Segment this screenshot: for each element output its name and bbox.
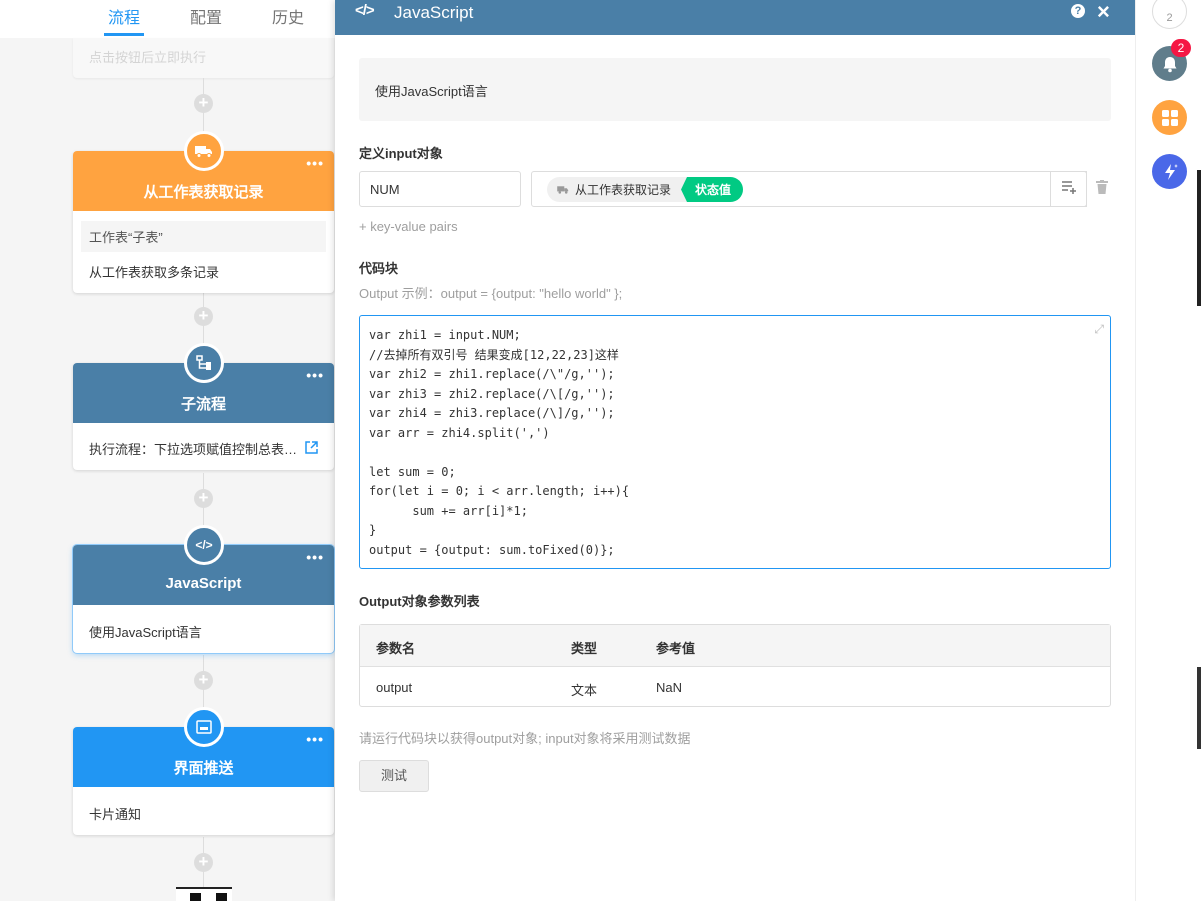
cell-ref: NaN	[656, 680, 683, 695]
node-body: 卡片通知	[73, 787, 334, 835]
header-name: 参数名	[376, 641, 416, 656]
header-type: 类型	[571, 641, 598, 656]
add-node-button[interactable]: +	[194, 671, 213, 690]
code-line: sum += arr[i]*1;	[369, 503, 528, 518]
output-table: 参数名 类型 参考值 output 文本 NaN	[359, 624, 1111, 707]
node-description: 卡片通知	[89, 807, 142, 822]
chip-field: 状态值	[681, 177, 744, 202]
truck-icon	[184, 131, 224, 171]
tab-config[interactable]: 配置	[190, 4, 222, 28]
top-bell-count[interactable]: 2	[1152, 0, 1187, 29]
node-more-icon[interactable]: •••	[306, 731, 324, 747]
header-ref: 参考值	[656, 641, 696, 656]
tab-flow[interactable]: 流程	[103, 4, 145, 36]
list-add-icon	[1061, 181, 1076, 194]
code-line: let sum = 0;	[369, 464, 456, 479]
code-section-label: 代码块	[359, 261, 399, 276]
add-node-button[interactable]: +	[194, 94, 213, 113]
code-line: var zhi3 = zhi2.replace(/\[/g,'');	[369, 386, 615, 401]
node-more-icon[interactable]: •••	[306, 155, 324, 171]
input-section-label: 定义input对象	[359, 146, 443, 161]
node-subtitle: 工作表“子表”	[81, 221, 326, 252]
code-line: output = {output: sum.toFixed(0)};	[369, 542, 615, 557]
expand-icon[interactable]: ⤢	[1094, 320, 1104, 340]
node-more-icon[interactable]: •••	[306, 367, 324, 383]
node-config-panel: </> JavaScript ? × 使用JavaScript语言 定义inpu…	[335, 0, 1135, 901]
subprocess-icon	[184, 343, 224, 383]
table-header: 参数名 类型 参考值	[360, 625, 1110, 667]
test-button[interactable]: 测试	[359, 760, 429, 792]
card-icon	[184, 707, 224, 747]
trash-icon[interactable]	[1096, 180, 1108, 194]
notification-badge: 2	[1171, 39, 1191, 57]
code-editor[interactable]: ⤢ var zhi1 = input.NUM; //去掉所有双引号 结果变成[1…	[359, 315, 1111, 569]
truck-icon	[557, 186, 569, 194]
tab-history[interactable]: 历史	[272, 4, 304, 28]
code-line: for(let i = 0; i < arr.length; i++){	[369, 484, 630, 498]
field-chip[interactable]: 从工作表获取记录 状态值	[547, 177, 744, 202]
node-description: 从工作表获取多条记录	[89, 265, 220, 280]
node-title: 界面推送	[173, 760, 234, 777]
input-key-field[interactable]: NUM	[359, 171, 521, 207]
edge-strip	[1197, 170, 1201, 306]
field-list-button[interactable]	[1050, 171, 1087, 207]
trigger-node-text[interactable]: 点击按钮后立即执行	[73, 38, 334, 78]
node-get-records[interactable]: 从工作表获取记录 ••• 工作表“子表” 从工作表获取多条记录	[73, 151, 334, 293]
open-link-icon[interactable]	[305, 441, 318, 454]
node-more-icon[interactable]: •••	[306, 549, 324, 565]
top-count: 2	[1166, 12, 1173, 24]
node-description: 使用JavaScript语言	[89, 625, 202, 640]
add-node-button[interactable]: +	[194, 489, 213, 508]
add-key-value-link[interactable]: + key-value pairs	[359, 219, 458, 234]
code-line: //去掉所有双引号 结果变成[12,22,23]这样	[369, 347, 619, 362]
apps-grid-icon[interactable]	[1152, 100, 1187, 135]
node-body: 执行流程：下拉选项赋值控制总表子表信息	[73, 423, 334, 470]
chip-source: 从工作表获取记录	[575, 183, 672, 197]
node-title: 从工作表获取记录	[143, 184, 264, 201]
add-node-button[interactable]: +	[194, 853, 213, 872]
node-description: 执行流程：下拉选项赋值控制总表子表信息	[89, 442, 299, 457]
code-line: }	[369, 523, 377, 537]
code-icon: </>	[184, 525, 224, 565]
close-icon[interactable]: ×	[1097, 0, 1110, 25]
code-icon: </>	[355, 2, 375, 19]
end-node-partial	[176, 887, 232, 901]
ai-assistant-icon[interactable]	[1152, 154, 1187, 189]
code-line: var zhi4 = zhi3.replace(/\]/g,'');	[369, 406, 615, 420]
node-body: 使用JavaScript语言	[73, 605, 334, 653]
cell-type: 文本	[571, 683, 598, 698]
edge-strip	[1197, 667, 1201, 749]
cell-name: output	[376, 680, 413, 695]
input-value-selector[interactable]: 从工作表获取记录 状态值	[531, 171, 1087, 207]
code-line: var zhi2 = zhi1.replace(/\"/g,'');	[369, 367, 615, 381]
right-rail: 2	[1135, 0, 1201, 901]
workflow-canvas: 流程 配置 历史 点击按钮后立即执行 + + + + + 从工作表获取记录 ••…	[0, 0, 335, 901]
output-section-label: Output对象参数列表	[359, 594, 480, 609]
code-hint: Output 示例：output = {output: "hello world…	[359, 286, 623, 301]
code-line: var zhi1 = input.NUM;	[369, 328, 521, 342]
node-title: JavaScript	[165, 575, 242, 592]
node-body: 工作表“子表” 从工作表获取多条记录	[73, 211, 334, 293]
help-icon[interactable]: ?	[1071, 4, 1085, 18]
table-row: output 文本 NaN	[360, 667, 1110, 706]
panel-title: JavaScript	[394, 3, 474, 22]
panel-header: </> JavaScript ? ×	[335, 0, 1135, 35]
code-line: var arr = zhi4.split(',')	[369, 425, 550, 440]
node-description-field[interactable]: 使用JavaScript语言	[359, 58, 1111, 121]
node-title: 子流程	[180, 396, 226, 413]
run-hint: 请运行代码块以获得output对象; input对象将采用测试数据	[359, 731, 691, 746]
workflow-tabs: 流程 配置 历史	[0, 0, 335, 38]
add-node-button[interactable]: +	[194, 307, 213, 326]
